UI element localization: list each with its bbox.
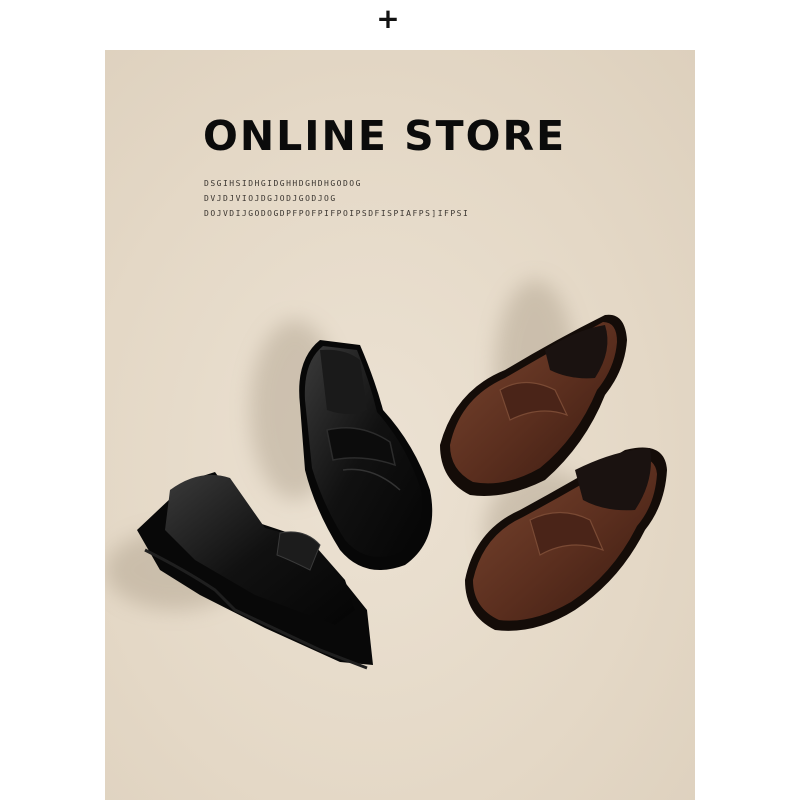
product-photo: [105, 280, 667, 670]
store-title: ONLINE STORE: [203, 112, 567, 160]
subtitle-block: DSGIHSIDHGIDGHHDGHDHGODOG DVJDJVIOJDGJOD…: [204, 176, 469, 221]
subtitle-line: DVJDJVIOJDGJODJGODJOG: [204, 194, 337, 203]
plus-icon[interactable]: +: [376, 4, 400, 34]
black-loafer-upright: [299, 340, 433, 570]
subtitle-line: DOJVDIJGODOGDPFPOFPIFPOIPSDFISPIAFPS]IFP…: [204, 209, 470, 218]
subtitle-line: DSGIHSIDHGIDGHHDGHDHGODOG: [204, 179, 362, 188]
product-banner: ONLINE STORE DSGIHSIDHGIDGHHDGHDHGODOG D…: [105, 50, 695, 800]
